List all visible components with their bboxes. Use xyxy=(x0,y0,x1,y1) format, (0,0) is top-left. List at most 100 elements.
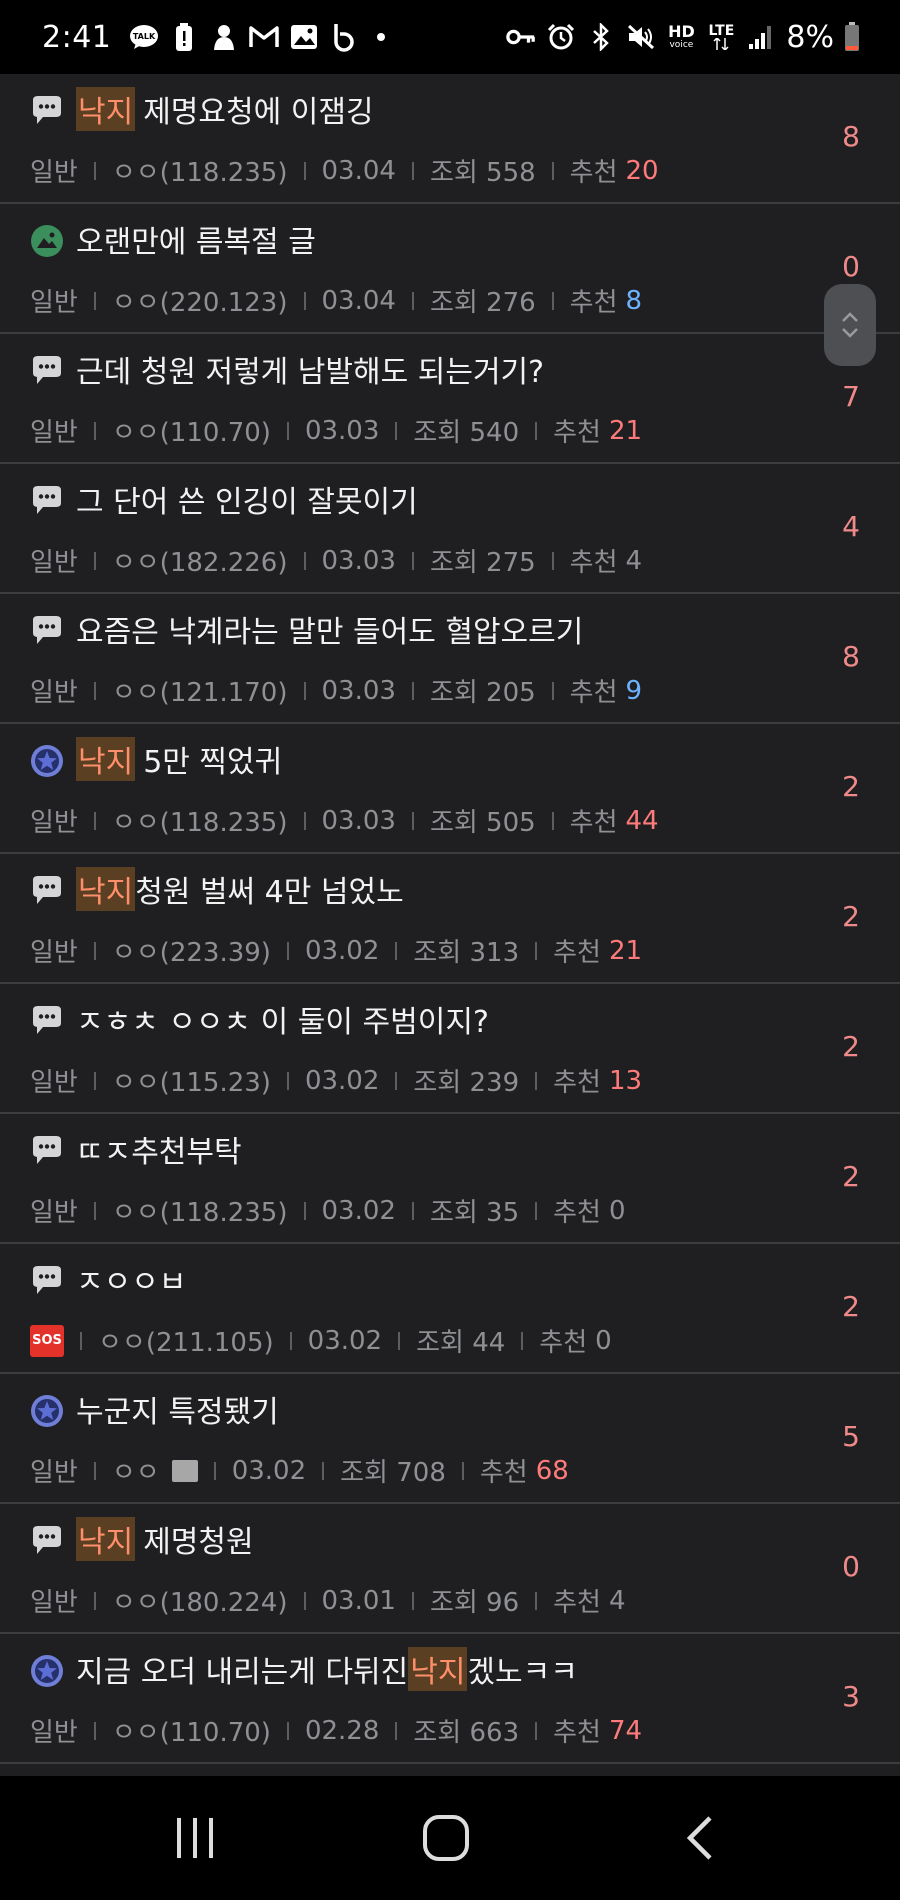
post-title: ㄸㅈ추천부탁 xyxy=(76,1135,242,1170)
battery-percent: 8% xyxy=(786,19,834,55)
home-button[interactable] xyxy=(406,1806,486,1870)
post-row[interactable]: ㅈㅇㅇㅂ SOS ㅇㅇ(211.105) 03.02 조회 44 추천 0 2 xyxy=(0,1244,900,1374)
keyword-highlight: 낙지 xyxy=(76,87,136,131)
recent-apps-button[interactable] xyxy=(155,1806,235,1870)
back-button[interactable] xyxy=(660,1806,740,1870)
post-row[interactable]: 낙지 5만 찍었귀 일반 ㅇㅇ(118.235) 03.03 조회 505 추천… xyxy=(0,724,900,854)
status-bar: 2:41 TALK HD voice LTE 8% xyxy=(0,0,900,74)
post-title-line[interactable]: 오랜만에 름복절 글 xyxy=(76,218,316,260)
post-category: 일반 xyxy=(30,1588,78,1618)
post-row[interactable]: 낙지 제명요청에 이잼깅 일반 ㅇㅇ(118.235) 03.04 조회 558… xyxy=(0,74,900,204)
post-row[interactable]: ㅈㅎㅊ ㅇㅇㅊ 이 둘이 주범이지? 일반 ㅇㅇ(115.23) 03.02 조… xyxy=(0,984,900,1114)
post-category: 일반 xyxy=(30,288,78,318)
post-title-line[interactable]: 낙지 제명청원 xyxy=(76,1517,254,1561)
post-title-suffix: 겠노ㅋㅋ xyxy=(467,1655,578,1690)
post-title-line[interactable]: 지금 오더 내리는게 다뒤진 낙지 겠노ㅋㅋ xyxy=(76,1647,578,1691)
post-views: 조회 239 xyxy=(413,1068,520,1098)
post-row[interactable]: 낙지 청원 벌써 4만 넘었노 일반 ㅇㅇ(223.39) 03.02 조회 31… xyxy=(0,854,900,984)
meta-divider xyxy=(289,1331,292,1350)
post-title-line[interactable]: ㄸㅈ추천부탁 xyxy=(76,1128,242,1170)
home-icon xyxy=(423,1815,469,1861)
post-title-line[interactable]: 근데 청원 저렇게 남발해도 되는거기? xyxy=(76,348,544,390)
comment-count: 0 xyxy=(842,250,860,283)
post-row[interactable]: 지금 오더 내리는게 다뒤진 낙지 겠노ㅋㅋ 일반 ㅇㅇ(110.70) 02.2… xyxy=(0,1634,900,1764)
post-title: 청원 벌써 4만 넘었노 xyxy=(135,875,404,910)
post-title-line[interactable]: 요즘은 낙계라는 말만 들어도 혈압오르기 xyxy=(76,608,583,650)
post-title-line[interactable]: 낙지 청원 벌써 4만 넘었노 xyxy=(76,867,404,911)
meta-divider xyxy=(535,1201,538,1220)
keyword-highlight: 낙지 xyxy=(408,1647,468,1691)
post-title-line[interactable]: 그 단어 쓴 인깅이 잘못이기 xyxy=(76,478,418,520)
comment-bubble-icon xyxy=(30,94,64,128)
meta-divider xyxy=(303,1591,306,1610)
recommend-count: 21 xyxy=(608,415,643,446)
post-category: 일반 xyxy=(30,1458,78,1488)
meta-divider xyxy=(303,161,306,180)
post-title-line[interactable]: ㅈㅎㅊ ㅇㅇㅊ 이 둘이 주범이지? xyxy=(76,998,489,1040)
post-date: 03.03 xyxy=(321,805,396,836)
keyword-highlight: 낙지 xyxy=(76,737,136,781)
post-title: 누군지 특정됐기 xyxy=(76,1395,279,1430)
comment-count: 2 xyxy=(842,900,860,933)
recommend-count: 8 xyxy=(625,285,643,316)
post-author: ㅇㅇ(180.224) xyxy=(111,1588,288,1618)
post-date: 03.04 xyxy=(321,155,396,186)
meta-divider xyxy=(93,941,96,960)
recommend-label: 추천 xyxy=(569,158,618,188)
recommend-count: 44 xyxy=(625,805,659,836)
post-meta: 일반 ㅇㅇ(110.70) 03.03 조회 540 추천 21 xyxy=(30,412,642,449)
post-category: 일반 xyxy=(30,938,78,968)
post-row[interactable]: 그 단어 쓴 인깅이 잘못이기 일반 ㅇㅇ(182.226) 03.03 조회 … xyxy=(0,464,900,594)
keyword-highlight: 낙지 xyxy=(76,1517,136,1561)
post-views: 조회 276 xyxy=(429,288,536,318)
key-icon xyxy=(506,22,536,52)
meta-divider xyxy=(411,1201,414,1220)
battery-icon xyxy=(844,22,860,52)
post-list[interactable]: 낙지 제명요청에 이잼깅 일반 ㅇㅇ(118.235) 03.04 조회 558… xyxy=(0,74,900,1776)
post-views: 조회 313 xyxy=(413,938,520,968)
recommend-count: 68 xyxy=(535,1455,569,1486)
sos-badge: SOS xyxy=(30,1324,64,1357)
gallery-icon xyxy=(289,22,319,52)
post-row[interactable]: ㄸㅈ추천부탁 일반 ㅇㅇ(118.235) 03.02 조회 35 추천 0 2 xyxy=(0,1114,900,1244)
star-badge-icon xyxy=(30,1394,64,1428)
meta-divider xyxy=(286,421,289,440)
post-date: 03.03 xyxy=(321,545,396,576)
meta-divider xyxy=(93,421,96,440)
recommend-count: 4 xyxy=(625,545,643,576)
post-author: ㅇㅇ(223.39) xyxy=(111,938,271,968)
recent-apps-icon xyxy=(177,1818,213,1858)
recommend-label: 추천 xyxy=(553,1718,601,1748)
post-date: 03.03 xyxy=(304,415,380,446)
meta-divider xyxy=(80,1331,82,1350)
post-author: ㅇㅇ(110.70) xyxy=(111,1718,271,1748)
post-date: 03.01 xyxy=(321,1585,396,1616)
star-badge-icon xyxy=(30,1654,64,1688)
post-category: 일반 xyxy=(30,678,78,708)
post-title-line[interactable]: 누군지 특정됐기 xyxy=(76,1388,279,1430)
mute-icon xyxy=(626,22,656,52)
post-title-line[interactable]: ㅈㅇㅇㅂ xyxy=(76,1258,186,1300)
post-meta: 일반 ㅇㅇ(121.170) 03.03 조회 205 추천 9 xyxy=(30,672,642,709)
meta-divider xyxy=(303,1201,306,1220)
post-title: 지금 오더 내리는게 다뒤진 xyxy=(76,1655,409,1690)
post-title-line[interactable]: 낙지 제명요청에 이잼깅 xyxy=(76,87,374,131)
post-row[interactable]: 오랜만에 름복절 글 일반 ㅇㅇ(220.123) 03.04 조회 276 추… xyxy=(0,204,900,334)
fast-scroll-handle[interactable] xyxy=(824,284,876,366)
recommend-label: 추천 xyxy=(569,678,618,708)
post-title: 제명청원 xyxy=(143,1525,254,1560)
meta-divider xyxy=(322,1461,325,1480)
post-row[interactable]: 낙지 제명청원 일반 ㅇㅇ(180.224) 03.01 조회 96 추천 4 … xyxy=(0,1504,900,1634)
meta-divider xyxy=(286,941,289,960)
post-views: 조회 35 xyxy=(429,1198,520,1228)
post-title-line[interactable]: 낙지 5만 찍었귀 xyxy=(76,737,282,781)
comment-count: 2 xyxy=(842,770,860,803)
meta-divider xyxy=(535,421,538,440)
comment-bubble-icon xyxy=(30,354,64,388)
post-row[interactable]: 요즘은 낙계라는 말만 들어도 혈압오르기 일반 ㅇㅇ(121.170) 03.… xyxy=(0,594,900,724)
post-meta: 일반 ㅇㅇ(118.235) 03.04 조회 558 추천 20 xyxy=(30,152,659,189)
post-row[interactable]: 누군지 특정됐기 일반 ㅇㅇ 03.02 조회 708 추천 68 5 xyxy=(0,1374,900,1504)
post-row[interactable]: 근데 청원 저렇게 남발해도 되는거기? 일반 ㅇㅇ(110.70) 03.03… xyxy=(0,334,900,464)
comment-count: 8 xyxy=(842,120,860,153)
post-author: ㅇㅇ(110.70) xyxy=(111,418,271,448)
